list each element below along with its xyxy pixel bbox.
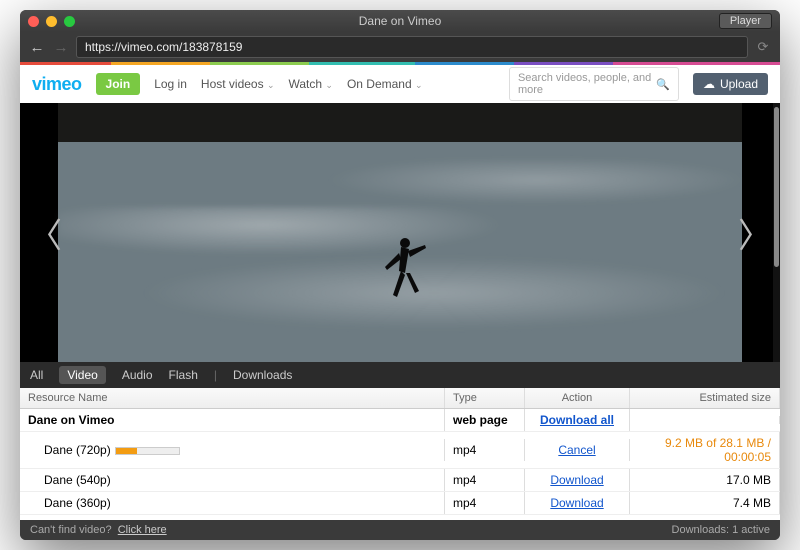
table-row[interactable]: Dane (540p)mp4 Download 17.0 MB [20, 469, 780, 492]
vimeo-logo[interactable]: vimeo [32, 74, 82, 95]
action-link[interactable]: Download [550, 496, 603, 510]
cell-name: Dane on Vimeo [20, 409, 445, 431]
cell-size: 7.4 MB [630, 492, 780, 514]
forward-icon[interactable]: → [52, 39, 70, 56]
cell-name: Dane (720p) [20, 439, 445, 461]
progress-bar [115, 447, 180, 455]
col-action[interactable]: Action [525, 388, 630, 408]
col-name[interactable]: Resource Name [20, 388, 445, 408]
cell-type: mp4 [445, 492, 525, 514]
chevron-down-icon: ⌄ [325, 80, 333, 90]
action-link[interactable]: Download all [540, 413, 614, 427]
cell-action: Download all [525, 409, 630, 431]
cell-type: mp4 [445, 469, 525, 491]
nav-watch[interactable]: Watch ⌄ [289, 77, 333, 91]
next-video-icon[interactable]: 〉 [738, 208, 772, 257]
reload-icon[interactable]: ⟳ [754, 39, 772, 55]
cell-type: web page [445, 409, 525, 431]
col-size[interactable]: Estimated size [630, 388, 780, 408]
video-player[interactable]: 〈 〉 [20, 103, 780, 362]
tab-video[interactable]: Video [59, 366, 105, 384]
browser-toolbar: ← → ⟳ [20, 32, 780, 62]
search-input[interactable]: Search videos, people, and more🔍 [509, 67, 679, 101]
cell-name: Dane (540p) [20, 469, 445, 491]
window-title: Dane on Vimeo [20, 14, 780, 28]
join-button[interactable]: Join [96, 73, 141, 95]
cell-action: Download [525, 469, 630, 491]
nav-host[interactable]: Host videos ⌄ [201, 77, 275, 91]
cell-type: mp4 [445, 439, 525, 461]
tab-separator: | [214, 368, 217, 382]
surfer-figure [379, 233, 429, 313]
table-row[interactable]: Dane (360p)mp4 Download 7.4 MB [20, 492, 780, 515]
tab-audio[interactable]: Audio [122, 368, 153, 382]
cloud-upload-icon: ☁ [703, 77, 715, 91]
status-hint: Can't find video? [30, 524, 112, 536]
action-link[interactable]: Cancel [558, 443, 595, 457]
chevron-down-icon: ⌄ [267, 80, 275, 90]
video-frame [58, 103, 742, 362]
status-downloads: Downloads: 1 active [672, 524, 770, 536]
cell-size [630, 416, 780, 424]
nav-ondemand[interactable]: On Demand ⌄ [347, 77, 423, 91]
action-link[interactable]: Download [550, 473, 603, 487]
col-type[interactable]: Type [445, 388, 525, 408]
cell-name: Dane (360p) [20, 492, 445, 514]
nav-login[interactable]: Log in [154, 77, 187, 91]
chevron-down-icon: ⌄ [415, 80, 423, 90]
back-icon[interactable]: ← [28, 39, 46, 56]
table-row[interactable]: Dane on Vimeoweb page Download all [20, 409, 780, 432]
filter-tabs: All Video Audio Flash | Downloads [20, 362, 780, 388]
cell-action: Download [525, 492, 630, 514]
status-help-link[interactable]: Click here [118, 524, 167, 536]
tab-flash[interactable]: Flash [169, 368, 198, 382]
cell-size: 17.0 MB [630, 469, 780, 491]
search-icon: 🔍 [656, 78, 670, 91]
web-viewport: vimeo Join Log in Host videos ⌄ Watch ⌄ … [20, 62, 780, 362]
tab-all[interactable]: All [30, 368, 43, 382]
upload-button[interactable]: ☁Upload [693, 73, 768, 95]
app-window: Dane on Vimeo Player ← → ⟳ vimeo Join Lo… [20, 10, 780, 540]
table-header: Resource Name Type Action Estimated size [20, 388, 780, 409]
tab-downloads[interactable]: Downloads [233, 368, 292, 382]
status-bar: Can't find video? Click here Downloads: … [20, 520, 780, 540]
table-row[interactable]: Dane (720p)mp4 Cancel 9.2 MB of 28.1 MB / … [20, 432, 780, 469]
resources-table: Resource Name Type Action Estimated size… [20, 388, 780, 520]
scrollbar-thumb[interactable] [774, 107, 779, 267]
titlebar: Dane on Vimeo Player [20, 10, 780, 32]
prev-video-icon[interactable]: 〈 [28, 208, 62, 257]
cell-action: Cancel [525, 439, 630, 461]
vimeo-header: vimeo Join Log in Host videos ⌄ Watch ⌄ … [20, 65, 780, 103]
url-input[interactable] [76, 36, 748, 58]
cell-size: 9.2 MB of 28.1 MB / 00:00:05 [630, 432, 780, 468]
